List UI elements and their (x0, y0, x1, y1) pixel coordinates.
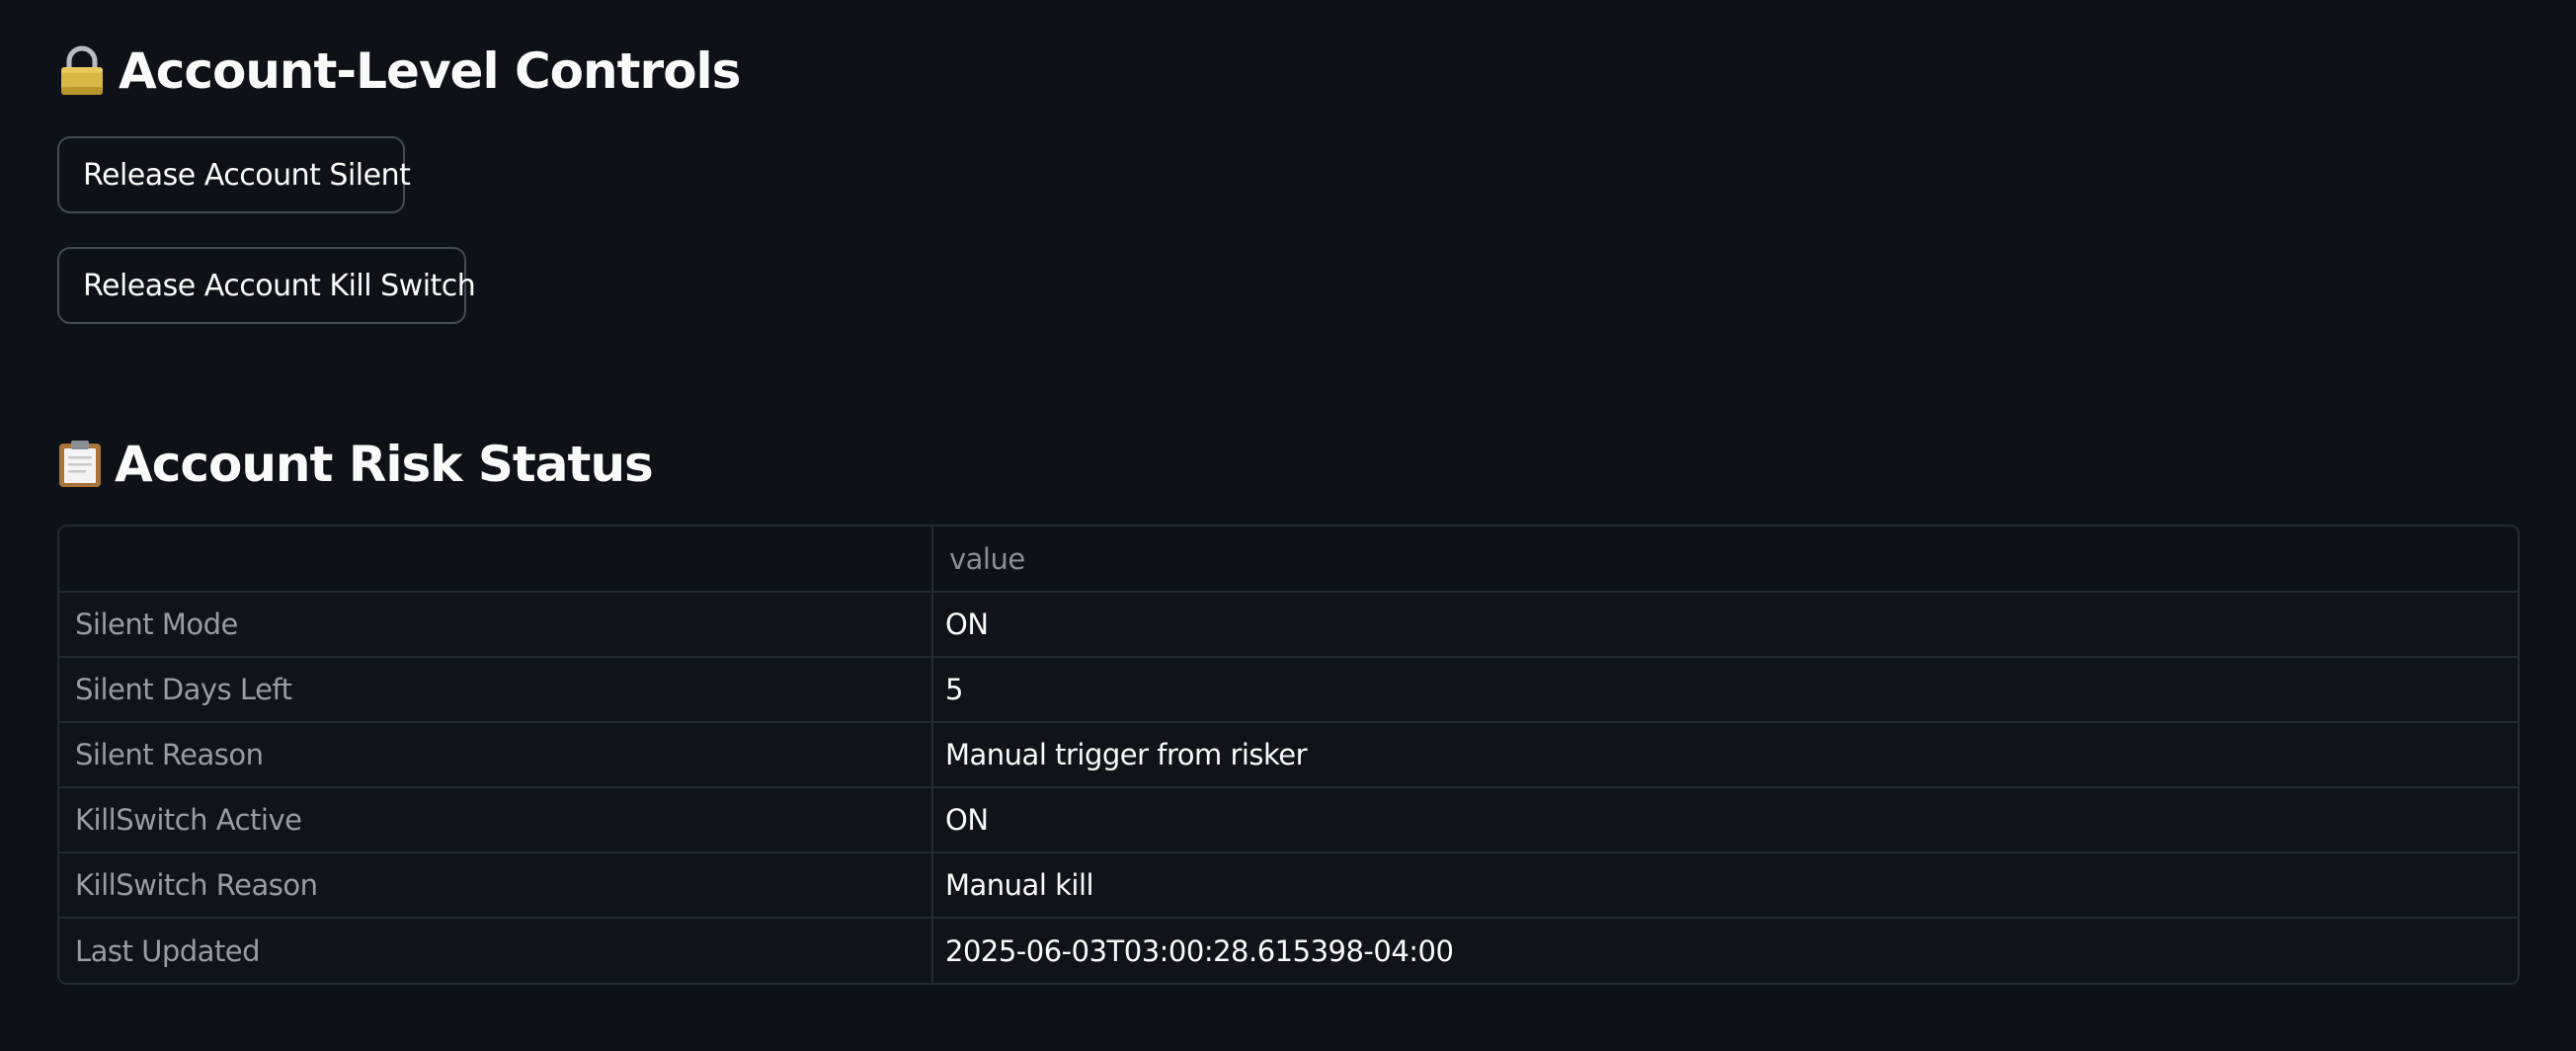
table-row: Silent Reason Manual trigger from risker (59, 722, 2518, 788)
clipboard-icon (57, 440, 103, 489)
row-value[interactable]: ON (932, 787, 2518, 853)
release-account-kill-switch-button[interactable]: Release Account Kill Switch (57, 247, 476, 324)
status-title: Account Risk Status (115, 436, 654, 493)
row-label[interactable]: KillSwitch Active (59, 787, 933, 853)
release-account-silent-button[interactable]: Release Account Silent (57, 136, 411, 213)
row-label[interactable]: Silent Reason (59, 722, 933, 788)
row-label[interactable]: Silent Mode (59, 592, 933, 658)
row-value[interactable]: ON (932, 592, 2518, 658)
controls-heading: Account-Level Controls (57, 38, 741, 105)
table-row: Silent Days Left 5 (59, 657, 2518, 723)
risk-status-table: value Silent Mode ON Silent Days Left 5 … (57, 525, 2520, 985)
row-label[interactable]: Silent Days Left (59, 657, 933, 723)
table-row: Last Updated 2025-06-03T03:00:28.615398-… (59, 918, 2518, 983)
table-row: KillSwitch Reason Manual kill (59, 852, 2518, 919)
value-column-header[interactable]: value (932, 526, 2518, 593)
controls-title: Account-Level Controls (119, 42, 741, 100)
status-heading: Account Risk Status (57, 431, 654, 498)
row-value[interactable]: 5 (932, 657, 2518, 723)
table-row: Silent Mode ON (59, 592, 2518, 658)
lock-icon (57, 45, 107, 97)
row-value[interactable]: Manual kill (932, 852, 2518, 919)
table-header-row: value (59, 526, 2518, 593)
row-label[interactable]: KillSwitch Reason (59, 852, 933, 919)
row-label[interactable]: Last Updated (59, 918, 933, 983)
row-value[interactable]: Manual trigger from risker (932, 722, 2518, 788)
index-column-header[interactable] (59, 526, 933, 593)
table-row: KillSwitch Active ON (59, 787, 2518, 853)
row-value[interactable]: 2025-06-03T03:00:28.615398-04:00 (932, 918, 2518, 983)
